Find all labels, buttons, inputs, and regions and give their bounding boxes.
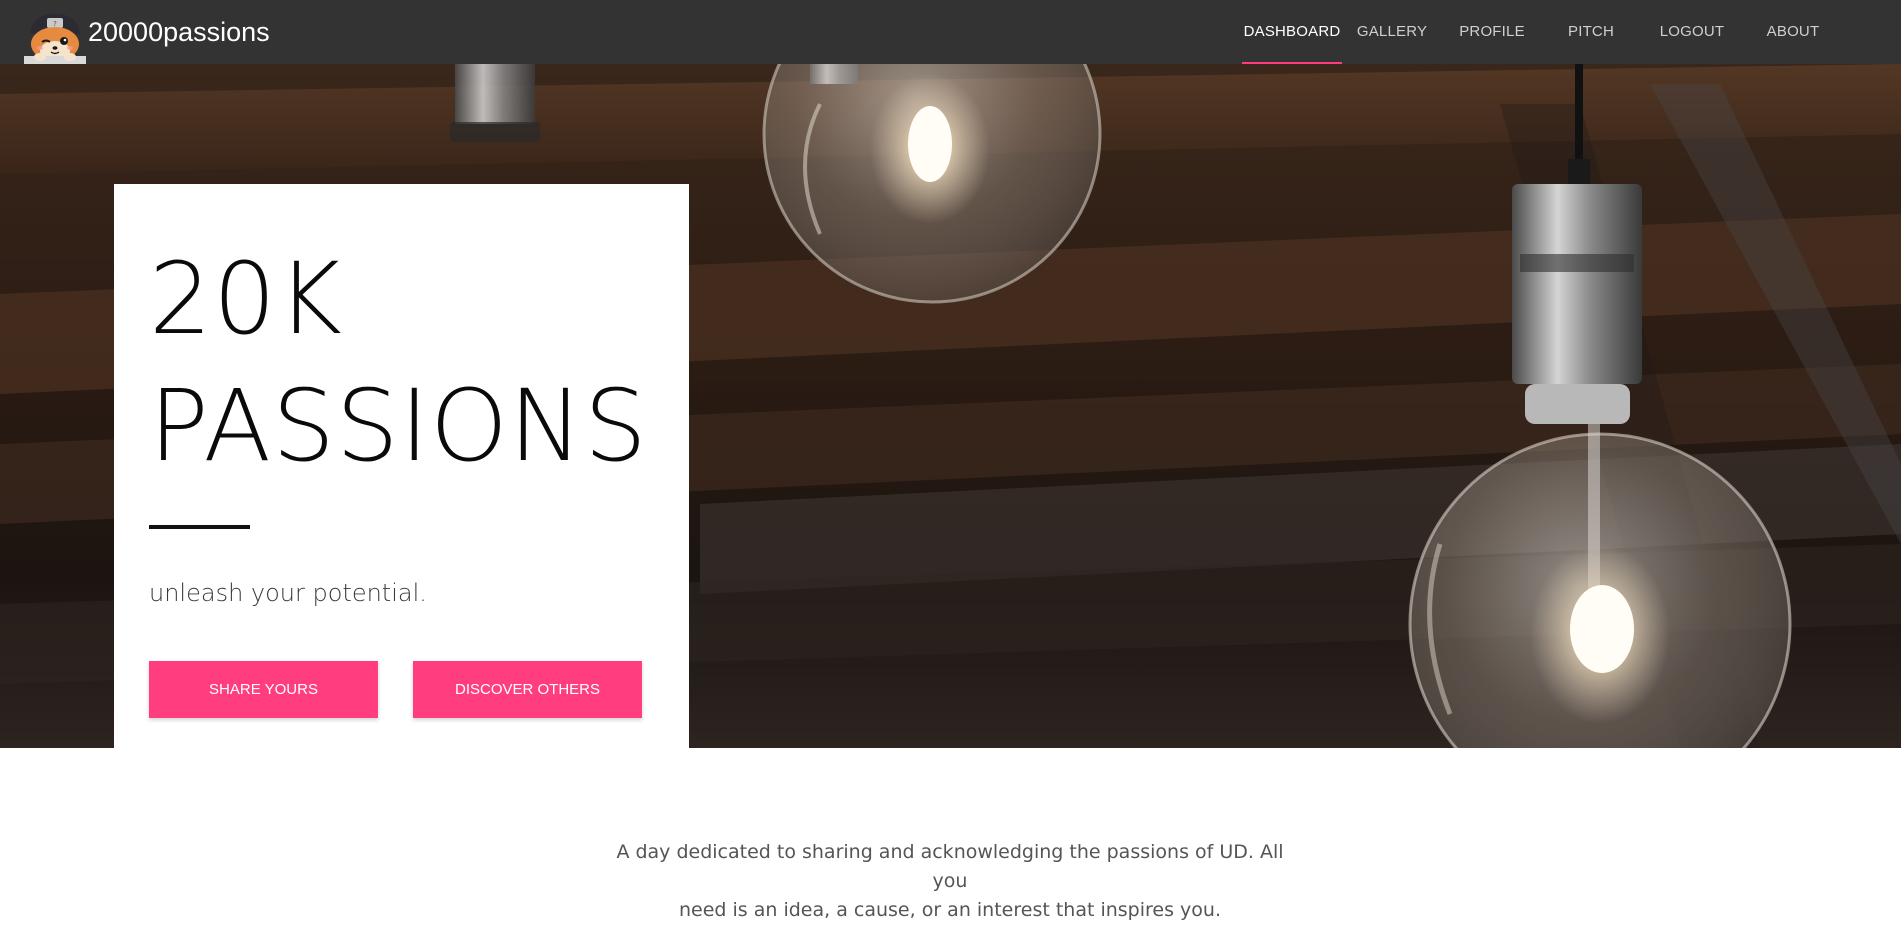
intro-text: A day dedicated to sharing and acknowled… bbox=[600, 838, 1300, 925]
title-divider bbox=[149, 525, 250, 529]
hero-title-line-2: PASSIONS bbox=[149, 369, 648, 484]
hero-title: 20K PASSIONS bbox=[149, 236, 648, 490]
top-navbar: ? 20000passions DASHBOARD GALLERY PROFIL… bbox=[0, 0, 1901, 64]
nav-pitch[interactable]: PITCH bbox=[1563, 0, 1619, 64]
intro-line-2: need is an idea, a cause, or an interest… bbox=[679, 899, 1221, 921]
nav-dashboard[interactable]: DASHBOARD bbox=[1242, 0, 1342, 64]
intro-line-1: A day dedicated to sharing and acknowled… bbox=[616, 841, 1284, 892]
hero-card: 20K PASSIONS unleash your potential. SHA… bbox=[114, 184, 689, 748]
hero-section: 20K PASSIONS unleash your potential. SHA… bbox=[0, 64, 1901, 748]
nav-profile[interactable]: PROFILE bbox=[1455, 0, 1529, 64]
brand-link[interactable]: ? 20000passions bbox=[22, 0, 270, 64]
discover-others-button[interactable]: DISCOVER OTHERS bbox=[413, 661, 642, 718]
shiba-mascot-logo-icon: ? bbox=[22, 12, 88, 64]
hero-title-line-1: 20K bbox=[149, 242, 343, 357]
hero-subtitle: unleash your potential. bbox=[149, 579, 427, 607]
nav-logout[interactable]: LOGOUT bbox=[1656, 0, 1728, 64]
nav-about[interactable]: ABOUT bbox=[1762, 0, 1824, 64]
brand-name: 20000passions bbox=[88, 16, 270, 47]
share-yours-button[interactable]: SHARE YOURS bbox=[149, 661, 378, 718]
svg-text:?: ? bbox=[53, 20, 57, 28]
nav-gallery[interactable]: GALLERY bbox=[1354, 0, 1430, 64]
